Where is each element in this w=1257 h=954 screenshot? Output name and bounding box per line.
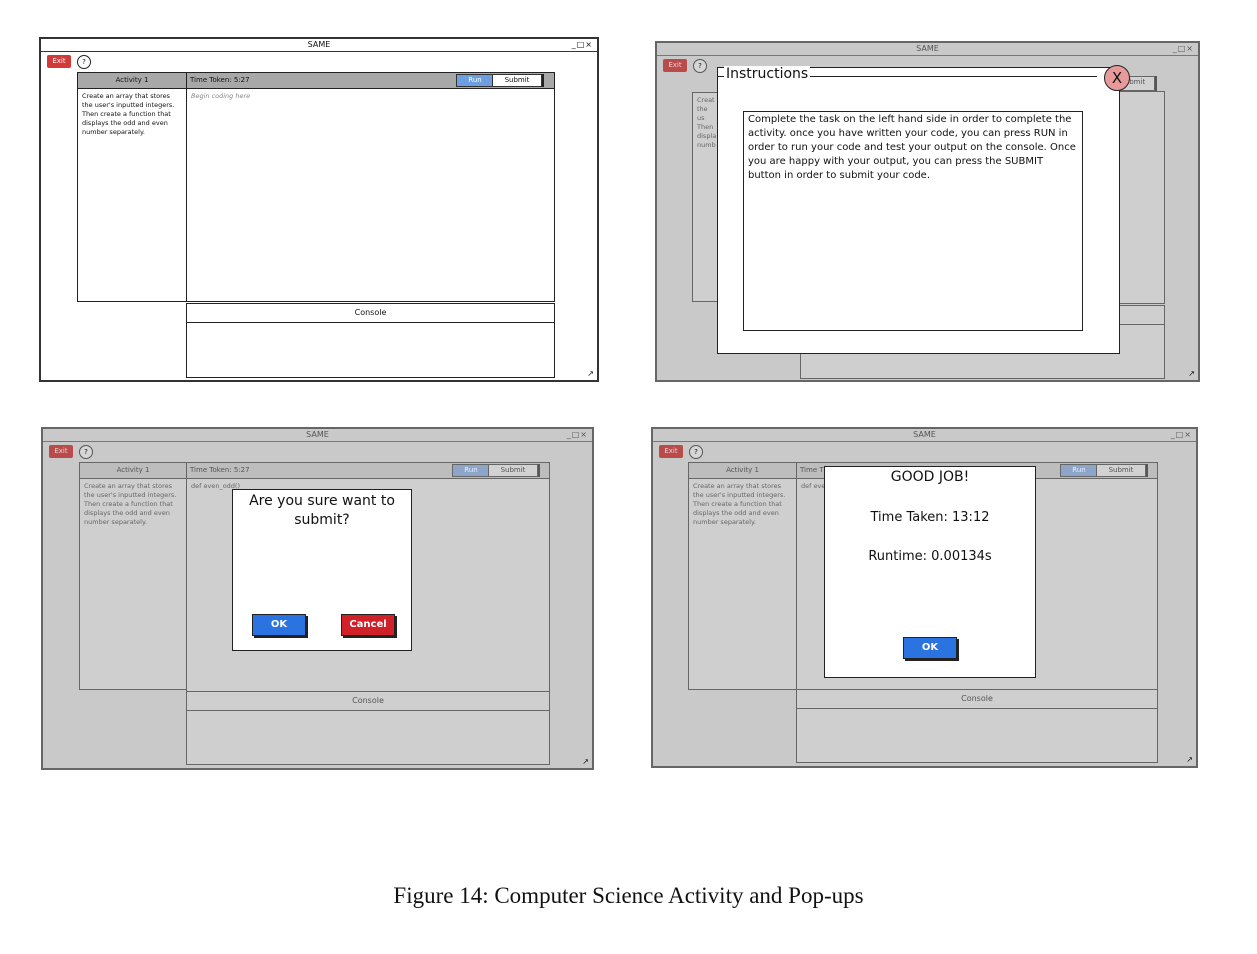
figure-caption: Figure 14: Computer Science Activity and… [393, 883, 864, 908]
help-icon[interactable]: ? [77, 55, 91, 69]
window-titlebar: SAME _□× [43, 429, 592, 442]
time-token: Time Token: 5:27 [190, 76, 250, 84]
submit-button[interactable]: Submit [488, 464, 538, 477]
editor-edge [1115, 91, 1165, 304]
resize-handle-icon[interactable]: ↗ [1188, 369, 1195, 378]
submit-button[interactable]: Submit [492, 74, 542, 87]
activity-title: Activity 1 [116, 466, 150, 474]
result-title: GOOD JOB! [890, 469, 970, 485]
window-title: SAME [913, 430, 936, 439]
task-description: Create an array that stores the user's i… [688, 478, 797, 690]
console-output [186, 322, 555, 378]
window-titlebar: SAME _□× [657, 43, 1198, 56]
resize-handle-icon[interactable]: ↗ [587, 369, 594, 378]
run-button[interactable]: Run [1060, 464, 1098, 477]
run-button[interactable]: Run [452, 464, 490, 477]
activity-window-result: SAME _□× Exit ? Activity 1 Create an arra… [651, 427, 1198, 768]
code-editor[interactable]: Begin coding here [186, 88, 555, 302]
editor-toolbar: Time Token: 5:27 Run Submit [186, 72, 555, 89]
activity-header: Activity 1 [688, 462, 797, 479]
resize-handle-icon[interactable]: ↗ [582, 757, 589, 766]
activity-header: Activity 1 [79, 462, 187, 479]
console-header: Console [796, 689, 1158, 709]
task-description: Create an array that stores the user's i… [77, 88, 187, 302]
window-title: SAME [307, 40, 331, 49]
ok-button[interactable]: OK [252, 614, 306, 636]
confirm-dialog: Are you sure want to submit? OK Cancel [232, 489, 412, 651]
window-controls[interactable]: _□× [567, 429, 588, 441]
activity-window-confirm: SAME _□× Exit ? Activity 1 Create an arra… [41, 427, 594, 770]
ok-button[interactable]: OK [903, 637, 957, 659]
submit-button[interactable]: Submit [1096, 464, 1146, 477]
activity-window-instructions: SAME _□× Exit ? Creat the us Then displa … [655, 41, 1200, 382]
console-output [796, 708, 1158, 763]
time-token-fragment: Time T [800, 466, 824, 474]
window-controls[interactable]: _□× [572, 39, 593, 51]
help-icon[interactable]: ? [689, 445, 703, 459]
cancel-button[interactable]: Cancel [341, 614, 395, 636]
console-edge [1115, 305, 1165, 325]
activity-title: Activity 1 [726, 466, 759, 474]
instructions-title: Instructions [724, 66, 811, 82]
editor-toolbar: Time Token: 5:27 Run Submit [186, 462, 550, 479]
result-dialog: GOOD JOB! Time Taken: 13:12 Runtime: 0.0… [824, 466, 1036, 678]
window-titlebar: SAME _□× [41, 39, 597, 52]
time-taken: Time Taken: 13:12 [870, 510, 990, 525]
console-header: Console [186, 303, 555, 323]
console-header: Console [186, 691, 550, 711]
exit-button[interactable]: Exit [49, 445, 73, 458]
activity-header: Activity 1 [77, 72, 187, 89]
window-controls[interactable]: _□× [1173, 43, 1194, 55]
help-icon[interactable]: ? [79, 445, 93, 459]
run-button[interactable]: Run [456, 74, 494, 87]
activity-title: Activity 1 [115, 76, 149, 84]
task-description: Create an array that stores the user's i… [79, 478, 187, 690]
exit-button[interactable]: Exit [47, 55, 71, 68]
confirm-message: Are you sure want to submit? [249, 493, 395, 528]
instructions-body: Complete the task on the left hand side … [743, 111, 1083, 331]
window-title: SAME [306, 430, 329, 439]
console-output [186, 710, 550, 765]
activity-window: SAME _□× Exit ? Activity 1 Create an arra… [39, 37, 599, 382]
window-title: SAME [916, 44, 939, 53]
window-controls[interactable]: _□× [1171, 429, 1192, 441]
window-titlebar: SAME _□× [653, 429, 1196, 442]
instructions-dialog: Instructions X Complete the task on the … [717, 65, 1130, 354]
runtime: Runtime: 0.00134s [868, 549, 992, 564]
exit-button[interactable]: Exit [663, 59, 687, 72]
resize-handle-icon[interactable]: ↗ [1186, 755, 1193, 764]
exit-button[interactable]: Exit [659, 445, 683, 458]
time-token: Time Token: 5:27 [190, 466, 250, 474]
help-icon[interactable]: ? [693, 59, 707, 73]
close-icon[interactable]: X [1104, 65, 1130, 91]
